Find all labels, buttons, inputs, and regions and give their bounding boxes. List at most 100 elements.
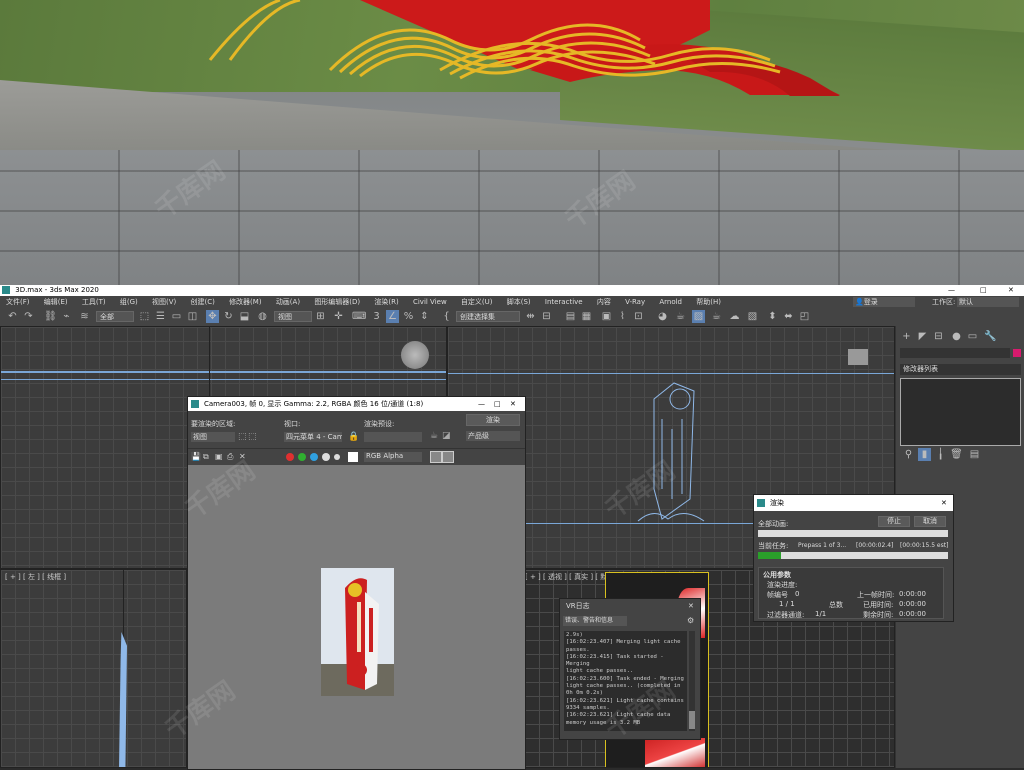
schematic-view-icon[interactable]: ⊡ xyxy=(632,310,645,323)
cancel-button[interactable]: 取消 xyxy=(914,516,946,527)
login-dropdown[interactable]: 👤登录 xyxy=(853,297,915,307)
frame-maximize-button[interactable]: □ xyxy=(494,397,501,411)
menu-graph-editors[interactable]: 图形编辑器(D) xyxy=(314,296,360,308)
snap-toggle-icon[interactable]: 3 xyxy=(370,310,383,323)
bind-space-warp-icon[interactable]: ≋ xyxy=(78,310,91,323)
menu-file[interactable]: 文件(F) xyxy=(6,296,30,308)
scale-icon[interactable]: ⬓ xyxy=(238,310,251,323)
channel-dropdown[interactable]: RGB Alpha xyxy=(364,452,422,462)
utilities-tab-icon[interactable]: 🔧 xyxy=(984,330,997,343)
pivot-center-icon[interactable]: ⊞ xyxy=(314,310,327,323)
log-scrollbar[interactable] xyxy=(689,631,695,731)
render-production-icon[interactable]: ☕ xyxy=(710,310,723,323)
configure-sets-icon[interactable]: ▤ xyxy=(968,448,981,461)
frame-close-button[interactable]: ✕ xyxy=(510,397,516,411)
green-channel-toggle[interactable] xyxy=(298,453,306,461)
remove-modifier-icon[interactable]: 🗑 xyxy=(950,448,963,461)
spinner-snap-icon[interactable]: ⇕ xyxy=(418,310,431,323)
edit-named-sets-icon[interactable]: { xyxy=(440,310,453,323)
menu-group[interactable]: 组(G) xyxy=(120,296,138,308)
vray-render-icon[interactable]: ▧ xyxy=(746,310,759,323)
named-selection-dropdown[interactable]: 创建选择集 xyxy=(456,311,520,322)
vray-toolbar-icon-3[interactable]: ◰ xyxy=(798,310,811,323)
frame-minimize-button[interactable]: — xyxy=(478,397,485,411)
layer-explorer-icon[interactable]: ▦ xyxy=(580,310,593,323)
mirror-icon[interactable]: ⇹ xyxy=(524,310,537,323)
render-setup-icon[interactable]: ☕ xyxy=(674,310,687,323)
render-mode-dropdown[interactable]: 产品级 xyxy=(466,431,520,441)
render-setup-small-icon[interactable]: ☕ xyxy=(430,431,438,441)
scene-explorer-icon[interactable]: ▤ xyxy=(564,310,577,323)
viewport-dropdown[interactable]: 四元菜单 4 - Camera003 xyxy=(284,432,342,442)
rendered-frame-window-icon[interactable]: ▨ xyxy=(692,310,705,323)
copy-image-icon[interactable]: ⧉ xyxy=(203,452,209,462)
motion-tab-icon[interactable]: ● xyxy=(950,330,963,343)
redo-icon[interactable]: ↷ xyxy=(22,310,35,323)
close-button[interactable]: ✕ xyxy=(1008,285,1014,296)
preset-dropdown[interactable] xyxy=(364,432,422,442)
minimize-button[interactable]: — xyxy=(948,285,955,296)
link-icon[interactable]: ⛓ xyxy=(44,310,57,323)
viewcube-front-icon[interactable] xyxy=(848,349,868,365)
modify-tab-icon[interactable]: ◤ xyxy=(916,330,929,343)
create-tab-icon[interactable]: + xyxy=(900,330,913,343)
menu-animation[interactable]: 动画(A) xyxy=(276,296,300,308)
clear-icon[interactable]: ✕ xyxy=(239,452,246,461)
render-progress-close-button[interactable]: ✕ xyxy=(941,495,947,511)
vray-toolbar-icon-2[interactable]: ⬌ xyxy=(782,310,795,323)
render-in-cloud-icon[interactable]: ☁ xyxy=(728,310,741,323)
menu-rendering[interactable]: 渲染(R) xyxy=(374,296,398,308)
stop-button[interactable]: 停止 xyxy=(878,516,910,527)
vray-log-close-button[interactable]: ✕ xyxy=(688,599,694,613)
menu-edit[interactable]: 编辑(E) xyxy=(44,296,68,308)
environment-icon[interactable]: ◪ xyxy=(442,431,451,441)
keyboard-shortcut-icon[interactable]: ⌨ xyxy=(352,310,366,323)
pin-stack-icon[interactable]: ⚲ xyxy=(902,448,915,461)
menu-content[interactable]: 内容 xyxy=(597,296,611,308)
modifier-stack[interactable] xyxy=(900,378,1021,446)
menu-tools[interactable]: 工具(T) xyxy=(82,296,106,308)
reference-coord-dropdown[interactable]: 视图 xyxy=(274,311,312,322)
window-crossing-icon[interactable]: ◫ xyxy=(186,310,199,323)
object-name-field[interactable] xyxy=(900,348,1010,358)
modifier-list-dropdown[interactable]: 修改器列表 xyxy=(900,364,1021,375)
background-swatch[interactable] xyxy=(348,452,358,462)
select-object-icon[interactable]: ⬚ xyxy=(138,310,151,323)
select-manipulate-icon[interactable]: ✛ xyxy=(332,310,345,323)
move-icon[interactable]: ✥ xyxy=(206,310,219,323)
save-image-icon[interactable]: 💾 xyxy=(191,452,201,461)
auto-region-icon[interactable]: ⬚ xyxy=(248,432,257,442)
log-text-area[interactable]: 2.9s) [16:02:23.407] Merging light cache… xyxy=(564,631,687,731)
log-filter-dropdown[interactable]: 错误、警告和信息 xyxy=(563,616,627,626)
make-unique-icon[interactable]: ╽ xyxy=(934,448,947,461)
undo-icon[interactable]: ↶ xyxy=(6,310,19,323)
clone-window-icon[interactable]: ▣ xyxy=(215,452,223,461)
toggle-ui-overlay-icon[interactable] xyxy=(430,451,442,463)
menu-create[interactable]: 创建(C) xyxy=(190,296,214,308)
rotate-icon[interactable]: ↻ xyxy=(222,310,235,323)
curve-editor-icon[interactable]: ⌇ xyxy=(616,310,629,323)
render-canvas[interactable] xyxy=(188,465,525,769)
log-settings-icon[interactable]: ⚙ xyxy=(687,616,694,625)
viewport-left[interactable]: [ + ] [ 左 ] [ 线框 ] xyxy=(0,569,187,768)
menu-interactive[interactable]: Interactive xyxy=(545,296,583,308)
maximize-button[interactable]: □ xyxy=(980,285,987,296)
align-icon[interactable]: ⊟ xyxy=(540,310,553,323)
percent-snap-icon[interactable]: % xyxy=(402,310,415,323)
red-channel-toggle[interactable] xyxy=(286,453,294,461)
rect-selection-icon[interactable]: ▭ xyxy=(170,310,183,323)
material-editor-icon[interactable]: ◕ xyxy=(656,310,669,323)
unlink-icon[interactable]: ⌁ xyxy=(60,310,73,323)
angle-snap-icon[interactable]: ∠ xyxy=(386,310,399,323)
menu-views[interactable]: 视图(V) xyxy=(152,296,176,308)
menu-arnold[interactable]: Arnold xyxy=(659,296,682,308)
alpha-channel-toggle[interactable] xyxy=(322,453,330,461)
ribbon-icon[interactable]: ▣ xyxy=(600,310,613,323)
toggle-ui-icon[interactable] xyxy=(442,451,454,463)
edit-region-icon[interactable]: ⬚ xyxy=(238,432,247,442)
area-dropdown[interactable]: 视图 xyxy=(191,432,235,442)
menu-scripting[interactable]: 脚本(S) xyxy=(507,296,531,308)
place-icon[interactable]: ◍ xyxy=(256,310,269,323)
menu-help[interactable]: 帮助(H) xyxy=(696,296,721,308)
hierarchy-tab-icon[interactable]: ⊟ xyxy=(932,330,945,343)
